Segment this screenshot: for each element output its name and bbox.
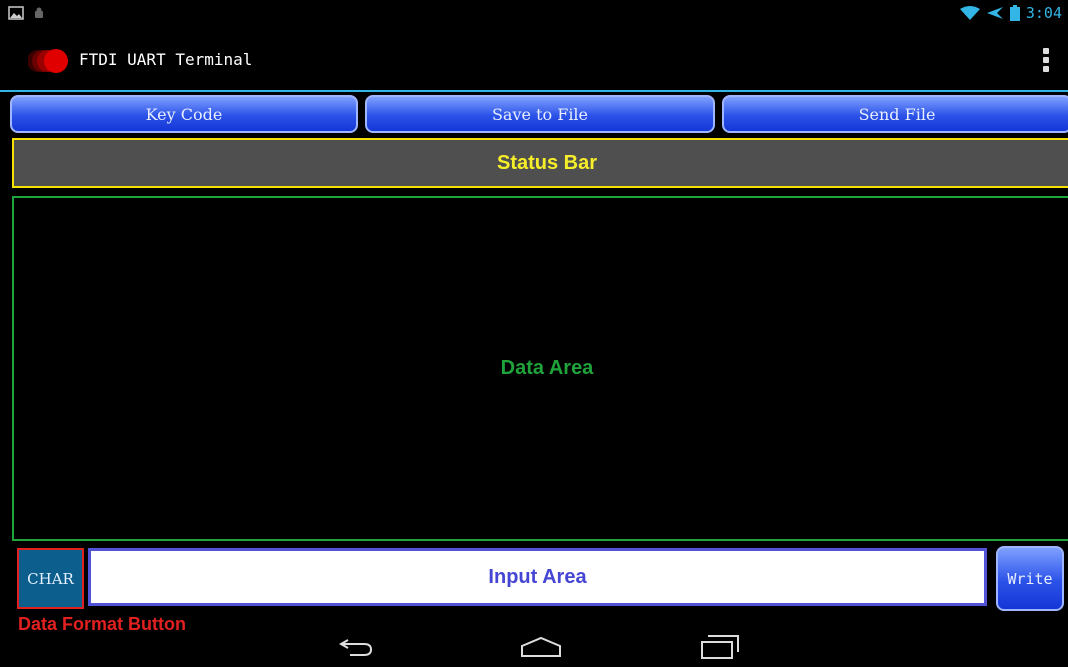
battery-icon [1009,5,1020,21]
home-button[interactable] [516,630,566,664]
back-button[interactable] [331,630,381,664]
app-title: FTDI UART Terminal [79,50,253,69]
home-icon [521,636,561,657]
data-area[interactable]: Data Area [12,196,1068,541]
overflow-menu-icon[interactable] [1042,48,1050,74]
input-area-label: Input Area [488,565,587,588]
write-button[interactable]: Write [996,546,1064,611]
app-logo-icon[interactable] [28,48,72,74]
recent-apps-button[interactable] [695,630,745,664]
system-status-bar: 3:04 [0,0,1068,28]
notification-icons [8,6,44,20]
data-format-button-caption: Data Format Button [18,614,186,634]
data-format-button[interactable]: CHAR [17,548,84,609]
airplane-mode-icon [986,7,1003,19]
input-area[interactable]: Input Area [88,548,987,606]
clock: 3:04 [1025,4,1062,22]
back-icon [338,639,373,656]
key-code-button[interactable]: Key Code [10,95,358,133]
android-icon [35,7,43,18]
send-file-button[interactable]: Send File [722,95,1068,133]
status-bar-label: Status Bar [496,151,598,174]
status-bar: Status Bar [12,138,1068,188]
gallery-icon [8,6,24,20]
action-bar: FTDI UART Terminal [0,28,1068,92]
system-indicators: 3:04 [959,4,1062,22]
data-area-label: Data Area [500,357,594,379]
wifi-icon [959,6,980,20]
save-to-file-button[interactable]: Save to File [365,95,715,133]
recent-apps-icon [701,635,739,659]
